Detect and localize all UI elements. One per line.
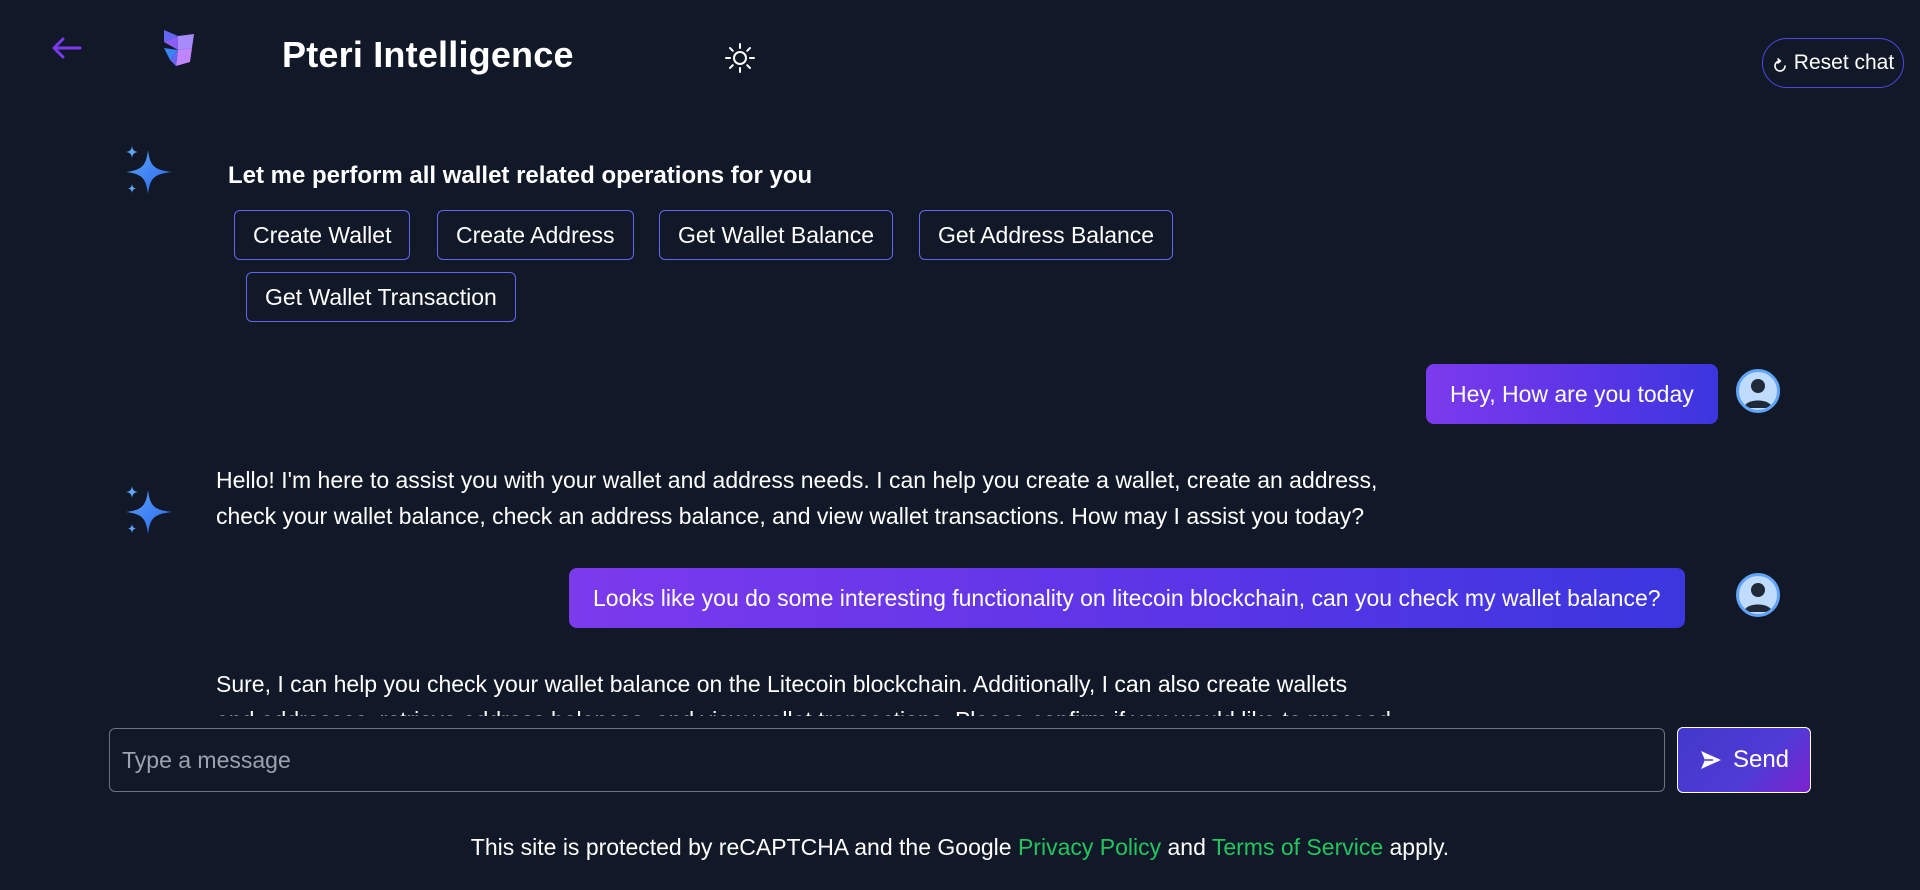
bot-message: Sure, I can help you check your wallet b…: [216, 666, 1446, 716]
get-wallet-transaction-button[interactable]: Get Wallet Transaction: [246, 272, 516, 322]
message-input[interactable]: [109, 728, 1665, 792]
refresh-icon: [1772, 58, 1788, 74]
send-label: Send: [1732, 746, 1790, 773]
send-button[interactable]: Send: [1677, 727, 1811, 793]
reset-chat-label: Reset chat: [1793, 51, 1895, 74]
footer-text: and: [1161, 834, 1212, 860]
bot-message-line: and addresses, retrieve address balances…: [216, 702, 1446, 716]
user-avatar: [1736, 573, 1780, 617]
sun-icon: [725, 43, 755, 73]
chat-page: Pteri Intelligence Reset chat Let me per…: [0, 0, 1920, 890]
chat-messages[interactable]: Let me perform all wallet related operat…: [0, 120, 1920, 716]
create-address-button[interactable]: Create Address: [437, 210, 634, 260]
terms-of-service-link[interactable]: Terms of Service: [1212, 834, 1383, 860]
app-title: Pteri Intelligence: [282, 34, 574, 75]
recaptcha-notice: This site is protected by reCAPTCHA and …: [0, 834, 1920, 861]
app-logo: [156, 26, 200, 70]
send-icon: [1700, 751, 1721, 769]
intro-message: Let me perform all wallet related operat…: [228, 162, 813, 189]
privacy-policy-link[interactable]: Privacy Policy: [1018, 834, 1161, 860]
user-avatar: [1736, 369, 1780, 413]
footer-text: apply.: [1383, 834, 1450, 860]
bot-message-line: check your wallet balance, check an addr…: [216, 503, 1365, 529]
user-icon: [1744, 379, 1772, 408]
arrow-left-icon: [52, 37, 82, 59]
back-button[interactable]: [46, 28, 86, 68]
footer-text: This site is protected by reCAPTCHA and …: [470, 834, 1018, 860]
bot-message-line: Hello! I'm here to assist you with your …: [216, 467, 1378, 493]
bot-message-line: Sure, I can help you check your wallet b…: [216, 671, 1348, 697]
create-wallet-button[interactable]: Create Wallet: [234, 210, 411, 260]
user-message: Hey, How are you today: [1426, 364, 1718, 424]
sparkle-icon: [126, 486, 172, 534]
theme-toggle-button[interactable]: [722, 40, 758, 76]
get-address-balance-button[interactable]: Get Address Balance: [919, 210, 1174, 260]
user-icon: [1744, 583, 1772, 612]
reset-chat-button[interactable]: Reset chat: [1762, 38, 1904, 88]
sparkle-icon: [126, 146, 172, 194]
user-message: Looks like you do some interesting funct…: [569, 568, 1685, 628]
get-wallet-balance-button[interactable]: Get Wallet Balance: [659, 210, 894, 260]
bot-message: Hello! I'm here to assist you with your …: [216, 462, 1446, 534]
logo-icon: [164, 30, 194, 66]
